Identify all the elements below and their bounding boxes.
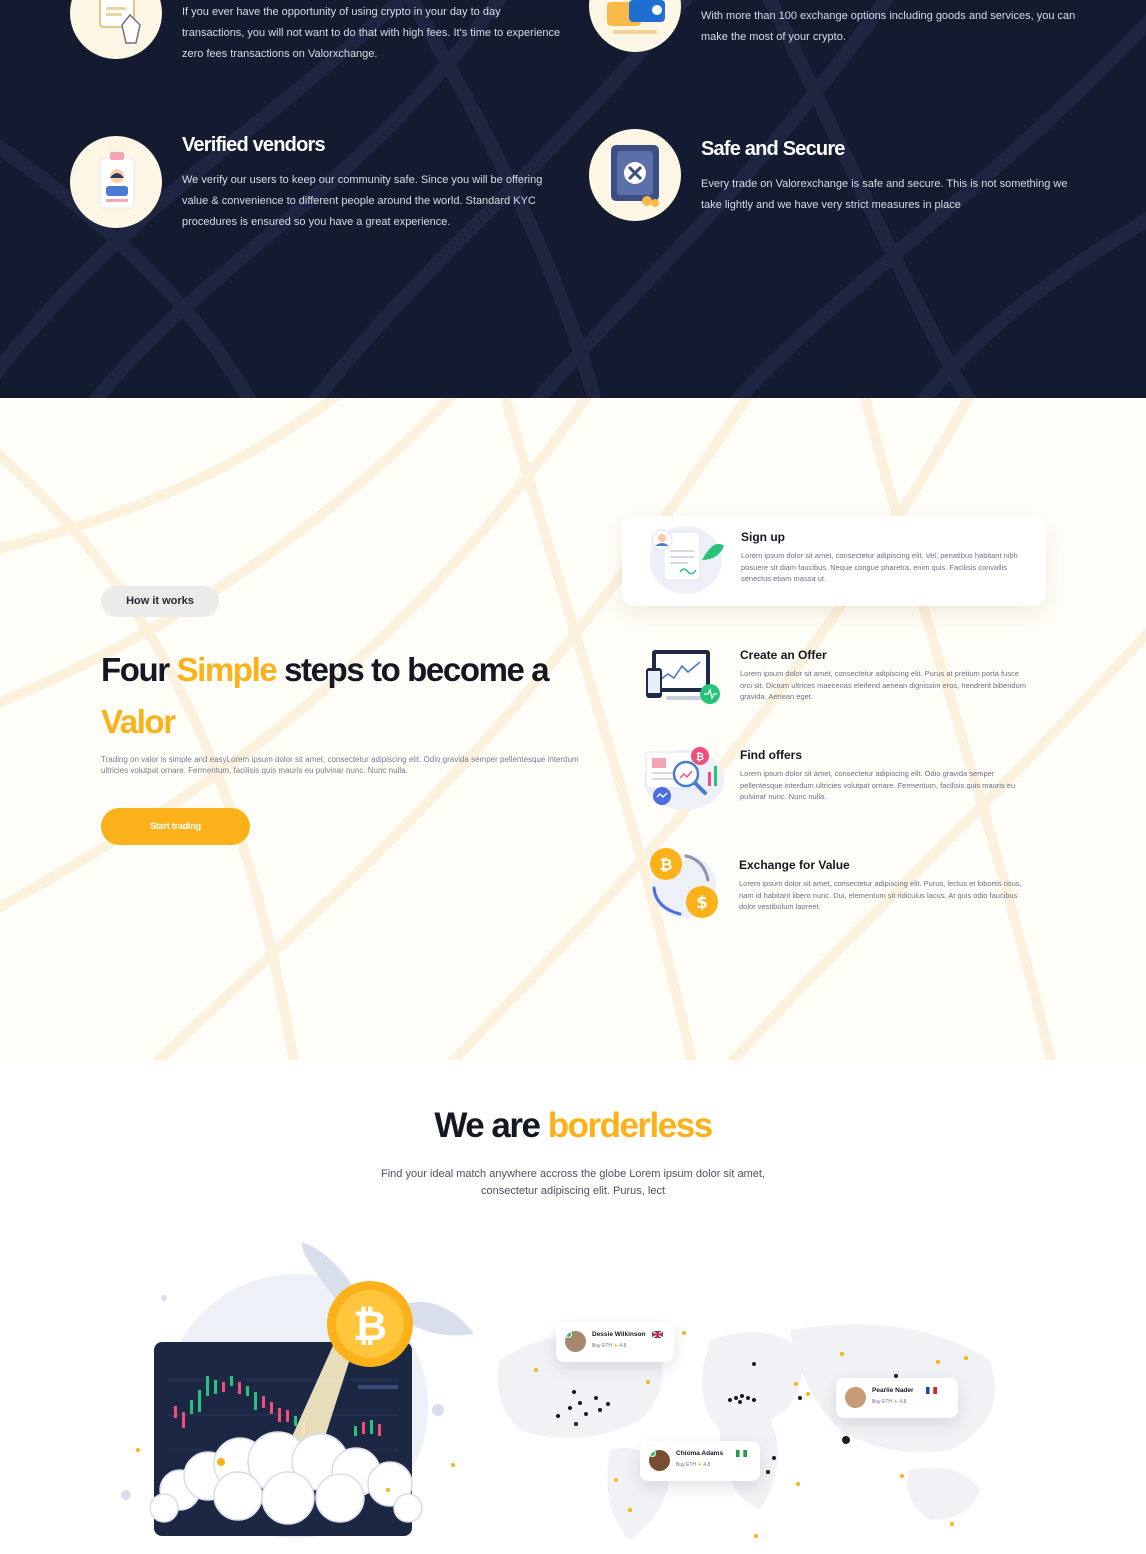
step-text: Lorem ipsum dolor sit amet, consectetur … — [740, 769, 1016, 801]
avatar — [565, 1331, 586, 1352]
france-flag-icon — [926, 1387, 937, 1394]
start-trading-button[interactable]: Start trading — [101, 808, 250, 845]
signup-document-icon — [642, 520, 730, 598]
borderless-description: Find your ideal match anywhere accross t… — [381, 1168, 765, 1197]
user-name: Pearlie Nader — [872, 1387, 914, 1394]
feature-title: Safe and Secure — [701, 138, 845, 160]
search-chart-icon: ₿ — [640, 742, 730, 814]
feature-text: With more than 100 exchange options incl… — [701, 10, 1076, 43]
svg-text:₿: ₿ — [659, 855, 672, 874]
feature-text: Every trade on Valorexchange is safe and… — [701, 178, 1068, 211]
svg-text:₿: ₿ — [696, 751, 704, 763]
step-create-offer: Create an Offer Lorem ipsum dolor sit am… — [622, 638, 1046, 718]
feature-text: If you ever have the opportunity of usin… — [182, 6, 561, 60]
feature-title: Verified vendors — [182, 134, 326, 156]
step-title: Create an Offer — [740, 648, 827, 662]
borderless-title: We are borderless — [434, 1106, 713, 1145]
uk-flag-icon — [652, 1331, 663, 1338]
bitcoin-dollar-exchange-icon: ₿ $ — [642, 844, 726, 924]
user-card[interactable]: Dessie Wilkinson Buy ETH ★ 4.8 — [556, 1322, 674, 1362]
step-title: Find offers — [740, 748, 802, 762]
avatar — [845, 1387, 866, 1408]
user-name: Dessie Wilkinson — [592, 1331, 646, 1338]
id-badge-icon — [70, 136, 162, 228]
feature-text: We verify our users to keep our communit… — [182, 174, 543, 228]
step-exchange-for-value: ₿ $ Exchange for Value Lorem ipsum dolor… — [622, 844, 1046, 928]
user-name: Chioma Adams — [676, 1450, 724, 1457]
how-it-works-pill: How it works — [101, 586, 219, 617]
avatar — [649, 1450, 670, 1471]
svg-text:₿: ₿ — [353, 1301, 387, 1350]
svg-text:$: $ — [696, 893, 708, 913]
step-text: Lorem ipsum dolor sit amet, consectetur … — [739, 879, 1022, 911]
step-text: Lorem ipsum dolor sit amet, consectetur … — [741, 551, 1018, 583]
step-find-offers: ₿ Find offers Lorem ipsum dolor sit amet… — [622, 738, 1046, 818]
step-sign-up: Sign up Lorem ipsum dolor sit amet, cons… — [622, 516, 1046, 606]
step-text: Lorem ipsum dolor sit amet, consectetur … — [740, 669, 1026, 701]
user-meta: Buy ETH ★ 4.8 — [676, 1462, 711, 1468]
offer-devices-icon — [640, 644, 726, 710]
user-meta: Buy ETH ★ 4.8 — [872, 1399, 907, 1405]
how-description: Trading on valor is simple and easyLorem… — [101, 755, 579, 775]
user-card[interactable]: Chioma Adams Buy ETH ★ 4.8 — [640, 1441, 760, 1481]
nigeria-flag-icon — [736, 1450, 747, 1457]
star-icon: ★ — [697, 1462, 702, 1468]
how-title: Four Simple steps to become a Valor — [101, 651, 550, 740]
user-card[interactable]: Pearlie Nader Buy ETH ★ 4.8 — [836, 1378, 958, 1418]
star-icon: ★ — [613, 1343, 618, 1349]
star-icon: ★ — [893, 1399, 898, 1405]
vault-icon — [589, 129, 681, 221]
step-title: Exchange for Value — [739, 858, 850, 872]
user-meta: Buy ETH ★ 4.8 — [592, 1343, 627, 1349]
how-it-works-section: How it works Four Simple steps to become… — [0, 398, 1146, 1060]
bitcoin-rocket-illustration: ₿ — [121, 1242, 474, 1538]
step-title: Sign up — [741, 530, 785, 544]
features-section: If you ever have the opportunity of usin… — [0, 0, 1146, 398]
